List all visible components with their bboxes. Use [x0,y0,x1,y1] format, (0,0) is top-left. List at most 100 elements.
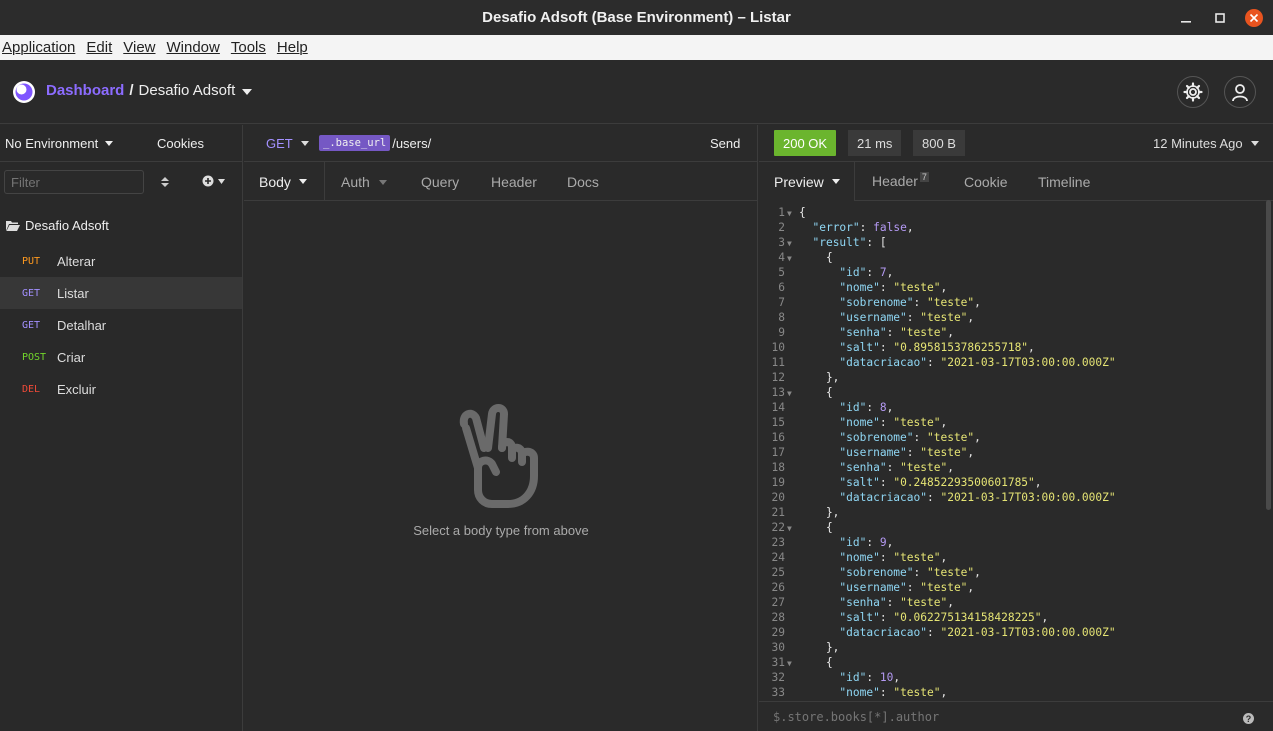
dashboard-link[interactable]: Dashboard [46,82,124,99]
history-dropdown[interactable]: 12 Minutes Ago [1153,136,1259,151]
request-method: PUT [22,255,41,267]
code-line: 29 "datacriacao": "2021-03-17T03:00:00.0… [771,626,1116,639]
json-preview: 1 ▼{ 2 "error": false, 3 ▼ "result": [ 4 ▼ … [759,205,1264,701]
request-name: Excluir [57,381,97,397]
request-method: GET [22,287,41,299]
response-status-bar: 200 OK 21 ms 800 B 12 Minutes Ago [759,125,1273,162]
code-line: 24 "nome": "teste", [771,551,948,564]
window-title: Desafio Adsoft (Base Environment) – List… [482,9,791,26]
code-line: 5 "id": 7, [778,266,894,279]
sort-icon[interactable] [160,175,170,194]
response-filter-input[interactable] [767,706,1227,728]
code-line: 11 "datacriacao": "2021-03-17T03:00:00.0… [771,356,1116,369]
tab-auth[interactable]: Auth [341,174,387,190]
code-line: 14 "id": 8, [771,401,894,414]
folder-name: Desafio Adsoft [25,218,109,233]
insomnia-logo-icon [12,80,36,104]
code-line: 21 }, [771,506,840,519]
chevron-down-icon [378,179,387,185]
code-line: 22 ▼ { [771,521,833,534]
menu-help[interactable]: Help [277,39,308,56]
request-name: Detalhar [57,317,107,333]
chevron-down-icon [300,141,309,146]
request-item-excluir[interactable]: DEL Excluir [0,373,242,405]
request-item-alterar[interactable]: PUT Alterar [0,245,242,277]
response-time-badge: 21 ms [848,130,902,156]
tab-auth-label: Auth [341,174,370,190]
header-count-badge: 7 [919,172,929,182]
filter-input[interactable] [4,170,144,194]
tab-body[interactable]: Body [244,162,325,201]
code-line: 15 "nome": "teste", [771,416,948,429]
code-line: 31 ▼ { [771,656,833,669]
code-line: 6 "nome": "teste", [778,281,948,294]
tab-cookie[interactable]: Cookie [964,174,1008,190]
url-path: /users/ [392,135,432,151]
json-scrollbar[interactable] [1266,200,1272,700]
request-method: DEL [22,383,41,395]
code-line: 27 "senha": "teste", [771,596,954,609]
request-list: PUT Alterar GET Listar GET Detalhar POST… [0,245,242,405]
request-item-criar[interactable]: POST Criar [0,341,242,373]
plus-circle-icon [202,175,214,187]
tab-response-header[interactable]: Header 7 [872,172,929,189]
menu-view[interactable]: View [123,39,155,56]
help-icon[interactable]: ? [1243,713,1254,724]
close-icon[interactable] [1243,0,1265,35]
code-line: 18 "senha": "teste", [771,461,954,474]
menu-bar: Application Edit View Window Tools Help [0,35,1273,60]
settings-gear-icon[interactable] [1177,76,1209,108]
code-line: 23 "id": 9, [771,536,894,549]
code-line: 30 }, [771,641,840,654]
maximize-icon[interactable] [1209,0,1231,35]
environment-label: No Environment [5,136,99,151]
menu-application[interactable]: Application [2,39,75,56]
cookies-button[interactable]: Cookies [157,136,204,151]
send-button[interactable]: Send [710,136,740,151]
url-input[interactable]: _.base_url /users/ [319,135,431,151]
code-line: 1 ▼{ [778,206,806,219]
request-item-listar[interactable]: GET Listar [0,277,242,309]
code-line: 12 }, [771,371,840,384]
window-titlebar: Desafio Adsoft (Base Environment) – List… [0,0,1273,35]
request-tabs: Body Auth Query Header Docs [244,162,757,201]
response-size-badge: 800 B [913,130,965,156]
tab-preview[interactable]: Preview [759,162,855,201]
workspace-name[interactable]: Desafio Adsoft [139,82,236,99]
code-line: 10 "salt": "0.8958153786255718", [771,341,1035,354]
response-pane: 200 OK 21 ms 800 B 12 Minutes Ago Previe… [759,125,1273,731]
sidebar-top-bar: No Environment Cookies [0,125,242,162]
breadcrumb: Dashboard / Desafio Adsoft [46,82,253,99]
environment-selector[interactable]: No Environment [5,136,114,151]
status-badge: 200 OK [774,130,837,156]
menu-tools[interactable]: Tools [231,39,266,56]
tab-timeline[interactable]: Timeline [1038,174,1090,190]
folder-item[interactable]: Desafio Adsoft [6,218,109,233]
code-line: 8 "username": "teste", [778,311,975,324]
method-label: GET [266,136,293,151]
method-selector[interactable]: GET [266,136,309,151]
workspace-chevron-down-icon[interactable] [242,82,253,99]
add-request-button[interactable] [202,175,225,187]
code-line: 4 ▼ { [778,251,833,264]
empty-body-message: Select a body type from above [413,523,589,538]
request-name: Criar [57,349,86,365]
app-header: Dashboard / Desafio Adsoft [0,60,1273,124]
menu-window[interactable]: Window [167,39,220,56]
folder-open-icon [6,221,20,231]
code-line: 19 "salt": "0.24852293500601785", [771,476,1042,489]
sidebar: No Environment Cookies Desafio Adsoft PU… [0,125,243,731]
breadcrumb-separator: / [129,82,134,99]
tab-query[interactable]: Query [421,174,459,190]
url-variable-tag[interactable]: _.base_url [319,135,391,151]
code-line: 26 "username": "teste", [771,581,975,594]
tab-header[interactable]: Header [491,174,537,190]
scrollbar-thumb[interactable] [1266,200,1271,510]
tab-docs[interactable]: Docs [567,174,599,190]
menu-edit[interactable]: Edit [86,39,112,56]
peace-hand-icon [456,404,546,515]
request-item-detalhar[interactable]: GET Detalhar [0,309,242,341]
minimize-icon[interactable] [1175,0,1197,35]
chevron-down-icon [298,179,307,184]
account-user-icon[interactable] [1224,76,1256,108]
